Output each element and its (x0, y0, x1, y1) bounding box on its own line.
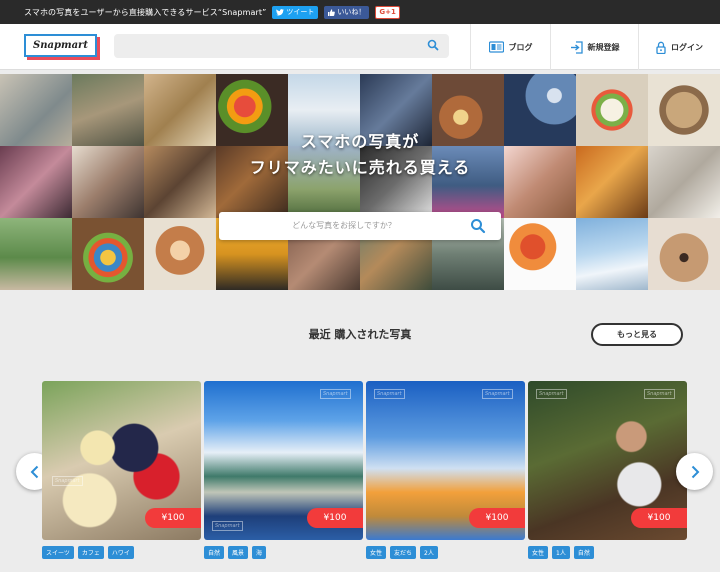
tag[interactable]: スイーツ (42, 546, 74, 559)
hero-search-placeholder: どんな写真をお探しですか？ (292, 221, 396, 230)
watermark: Snapmart (374, 389, 405, 399)
watermark: Snapmart (536, 389, 567, 399)
tag[interactable]: ハワイ (107, 546, 134, 559)
logo-text: Snapmart (33, 40, 88, 51)
tag[interactable]: 女性 (366, 546, 387, 559)
announcement-text: スマホの写真をユーザーから直接購入できるサービス“Snapmart” (24, 7, 267, 17)
hero-title-line2: フリマみたいに売れる買える (249, 158, 471, 177)
price-badge: ¥100 (631, 508, 687, 528)
price-badge: ¥100 (145, 508, 201, 528)
carousel-next-button[interactable] (676, 453, 713, 490)
watermark: Snapmart (52, 476, 83, 486)
see-more-button[interactable]: もっと見る (591, 323, 683, 346)
site-header: Snapmart ブログ 新規登録 ログイン (0, 24, 720, 70)
hero-title-line1: スマホの写真が (300, 132, 420, 151)
chevron-left-icon (30, 465, 38, 478)
watermark: Snapmart (320, 389, 351, 399)
mosaic-photo (576, 218, 648, 290)
search-icon[interactable] (470, 218, 486, 234)
watermark: Snapmart (212, 521, 243, 531)
google-plus-button[interactable]: G+1 (375, 5, 400, 19)
nav-blog[interactable]: ブログ (470, 24, 550, 70)
hero-banner: スマホの写真が フリマみたいに売れる買える (0, 74, 720, 290)
chevron-right-icon (691, 465, 699, 478)
tag[interactable]: 女性 (528, 546, 549, 559)
tag[interactable]: 1人 (552, 546, 570, 559)
tag[interactable]: 友だち (390, 546, 417, 559)
card-tags: スイーツ カフェ ハワイ (42, 546, 134, 559)
search-icon[interactable] (427, 39, 439, 51)
photo-card[interactable]: Snapmart Snapmart ¥100 (204, 381, 363, 540)
nav-login[interactable]: ログイン (638, 24, 720, 70)
header-search-input[interactable] (114, 34, 449, 58)
blog-book-icon (488, 41, 504, 53)
mosaic-photo (648, 218, 720, 290)
tweet-button[interactable]: ツイート (272, 5, 319, 19)
tweet-label: ツイート (286, 8, 315, 16)
card-tags: 女性 1人 自然 (528, 546, 594, 559)
mosaic-photo (72, 218, 144, 290)
tag[interactable]: 2人 (420, 546, 438, 559)
mosaic-photo (0, 218, 72, 290)
twitter-bird-icon (276, 8, 285, 16)
nav-blog-label: ブログ (508, 42, 533, 52)
price-badge: ¥100 (469, 508, 525, 528)
hero-photo-mosaic (0, 74, 720, 290)
signup-enter-icon (570, 40, 583, 54)
photo-card[interactable]: Snapmart ¥100 (42, 381, 201, 540)
tag[interactable]: 自然 (204, 546, 225, 559)
watermark: Snapmart (482, 389, 513, 399)
tag[interactable]: 自然 (573, 546, 594, 559)
announcement-bar: スマホの写真をユーザーから直接購入できるサービス“Snapmart” ツイート … (0, 0, 720, 24)
like-label: いいね！ (337, 8, 366, 16)
thumbs-up-icon (328, 8, 336, 16)
mosaic-photo (144, 218, 216, 290)
nav-login-label: ログイン (671, 42, 703, 52)
tag[interactable]: カフェ (77, 546, 104, 559)
snapmart-logo[interactable]: Snapmart (24, 34, 97, 57)
photo-card[interactable]: Snapmart Snapmart ¥100 (366, 381, 525, 540)
price-badge: ¥100 (307, 508, 363, 528)
mosaic-photo (504, 218, 576, 290)
tag[interactable]: 風景 (228, 546, 249, 559)
nav-signup-label: 新規登録 (587, 42, 620, 52)
tag[interactable]: 海 (252, 546, 267, 559)
like-button[interactable]: いいね！ (324, 5, 370, 19)
hero-search-input[interactable]: どんな写真をお探しですか？ (219, 212, 501, 240)
recent-section-title: 最近 購入された写真 (308, 328, 412, 341)
card-tags: 女性 友だち 2人 (366, 546, 438, 559)
watermark: Snapmart (644, 389, 675, 399)
photo-card[interactable]: Snapmart Snapmart ¥100 (528, 381, 687, 540)
lock-icon (656, 41, 666, 54)
card-tags: 自然 風景 海 (204, 546, 267, 559)
nav-signup[interactable]: 新規登録 (550, 24, 638, 70)
